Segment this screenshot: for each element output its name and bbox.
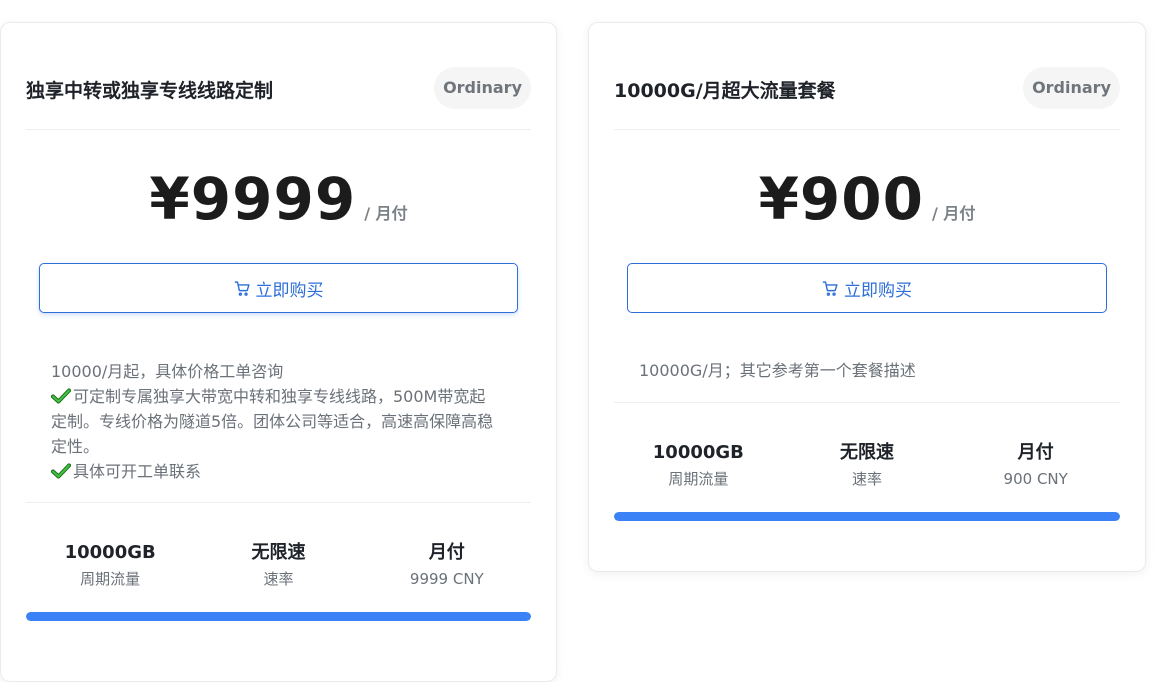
tier-badge: Ordinary [1023, 67, 1120, 109]
stat-traffic: 10000GB 周期流量 [614, 441, 783, 489]
tier-badge: Ordinary [434, 67, 531, 109]
divider [614, 402, 1120, 403]
plan-title: 10000G/月超大流量套餐 [614, 80, 836, 102]
cart-icon [234, 280, 250, 296]
stat-speed: 无限速 速率 [783, 441, 952, 489]
stat-cycle: 月付 9999 CNY [363, 541, 531, 589]
stat-speed: 无限速 速率 [194, 541, 362, 589]
plan-title: 独享中转或独享专线线路定制 [26, 80, 274, 102]
description-line: 10000/月起，具体价格工单咨询 [51, 362, 284, 381]
stat-value: 10000GB [652, 442, 744, 463]
checkmark-icon [51, 388, 71, 404]
stat-cycle: 月付 900 CNY [951, 441, 1120, 489]
price-period: / 月付 [932, 204, 976, 223]
price-period: / 月付 [364, 204, 408, 223]
buy-now-button[interactable]: 立即购买 [39, 263, 518, 313]
feature-text: 可定制专属独享大带宽中转和独享专线线路，500M带宽起定制。专线价格为隧道5倍。… [51, 387, 494, 456]
buy-now-button[interactable]: 立即购买 [627, 263, 1107, 313]
plan-card: 独享中转或独享专线线路定制 Ordinary ¥9999 / 月付 立即购买 10… [0, 22, 557, 682]
divider [26, 502, 531, 503]
stat-label: 周期流量 [80, 570, 141, 588]
price-amount: ¥900 [758, 165, 924, 233]
cart-icon [822, 280, 838, 296]
checkmark-icon [51, 463, 71, 479]
stat-traffic: 10000GB 周期流量 [26, 541, 194, 589]
traffic-progress-bar [614, 512, 1120, 521]
stat-value: 月付 [428, 542, 465, 563]
price-amount: ¥9999 [149, 165, 357, 233]
stat-value: 无限速 [840, 442, 894, 463]
plan-card: 10000G/月超大流量套餐 Ordinary ¥900 / 月付 立即购买 10… [588, 22, 1146, 572]
stat-label: 9999 CNY [409, 570, 484, 588]
progress-fill [26, 612, 531, 621]
description-feature: 可定制专属独享大带宽中转和独享专线线路，500M带宽起定制。专线价格为隧道5倍。… [51, 384, 494, 459]
progress-fill [614, 512, 1120, 521]
plan-description: 10000G/月；其它参考第一个套餐描述 [639, 358, 1083, 383]
buy-now-label: 立即购买 [844, 280, 912, 301]
price-row: ¥9999 / 月付 [1, 165, 556, 240]
traffic-progress-bar [26, 612, 531, 621]
buy-now-label: 立即购买 [255, 280, 324, 301]
feature-text: 具体可开工单联系 [73, 462, 202, 481]
stat-value: 10000GB [64, 542, 156, 563]
description-feature: 具体可开工单联系 [51, 459, 494, 484]
plan-stats: 10000GB 周期流量 无限速 速率 月付 9999 CNY [26, 541, 531, 589]
stat-label: 速率 [852, 470, 883, 488]
price-row: ¥900 / 月付 [589, 165, 1145, 240]
description-line: 10000G/月；其它参考第一个套餐描述 [639, 361, 916, 380]
stat-label: 速率 [263, 570, 294, 588]
stat-value: 月付 [1017, 442, 1054, 463]
plan-stats: 10000GB 周期流量 无限速 速率 月付 900 CNY [614, 441, 1120, 489]
stat-label: 周期流量 [668, 470, 729, 488]
plan-description: 10000/月起，具体价格工单咨询 可定制专属独享大带宽中转和独享专线线路，50… [51, 359, 494, 484]
stat-value: 无限速 [251, 542, 306, 563]
stat-label: 900 CNY [1003, 470, 1068, 488]
